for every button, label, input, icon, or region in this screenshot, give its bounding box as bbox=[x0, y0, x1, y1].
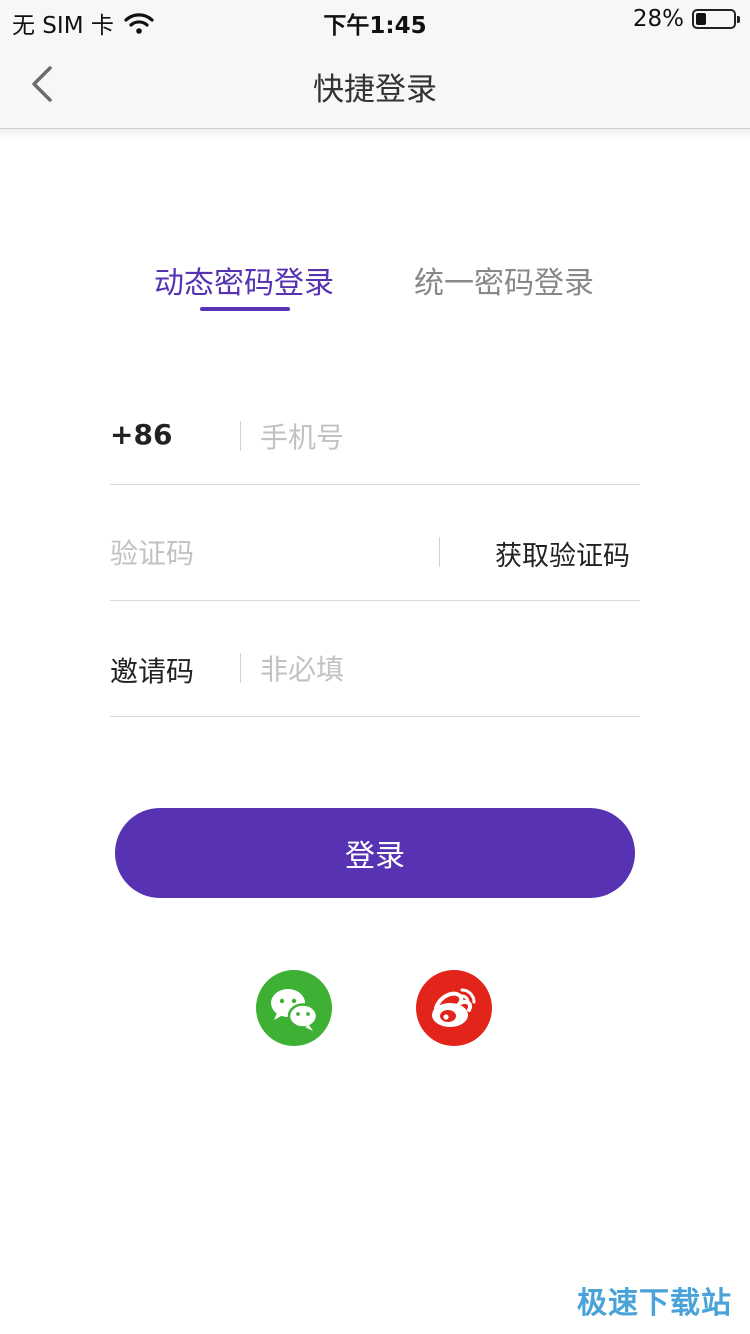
tab-active-indicator bbox=[200, 307, 290, 311]
login-button[interactable]: 登录 bbox=[115, 808, 635, 898]
status-bar: 无 SIM 卡 下午1:45 28% bbox=[0, 0, 750, 40]
invite-code-input[interactable] bbox=[260, 650, 630, 688]
battery-percent: 28% bbox=[632, 6, 684, 32]
weibo-icon bbox=[432, 988, 476, 1027]
code-row: 获取验证码 bbox=[110, 484, 640, 601]
invite-label: 邀请码 bbox=[110, 655, 195, 688]
divider bbox=[240, 653, 241, 683]
nav-shadow bbox=[0, 129, 750, 139]
weibo-login-button[interactable] bbox=[416, 970, 492, 1046]
tab-dynamic-password[interactable]: 动态密码登录 bbox=[154, 258, 334, 302]
battery-fill bbox=[696, 13, 706, 25]
battery-icon bbox=[692, 9, 740, 29]
verification-code-input[interactable] bbox=[110, 534, 420, 572]
divider bbox=[240, 421, 241, 451]
status-right: 28% bbox=[632, 6, 740, 32]
phone-row: +86 bbox=[110, 368, 640, 485]
divider bbox=[439, 537, 440, 567]
tab-unified-password[interactable]: 统一密码登录 bbox=[414, 258, 594, 302]
phone-input[interactable] bbox=[260, 418, 630, 456]
nav-bar: 快捷登录 bbox=[0, 40, 750, 129]
country-code[interactable]: +86 bbox=[110, 418, 172, 451]
page-title: 快捷登录 bbox=[313, 72, 437, 108]
wechat-login-button[interactable] bbox=[256, 970, 332, 1046]
invite-row: 邀请码 bbox=[110, 600, 640, 717]
get-code-button[interactable]: 获取验证码 bbox=[495, 534, 630, 573]
wechat-icon bbox=[271, 989, 319, 1031]
watermark: 极速下载站 bbox=[577, 1286, 732, 1321]
